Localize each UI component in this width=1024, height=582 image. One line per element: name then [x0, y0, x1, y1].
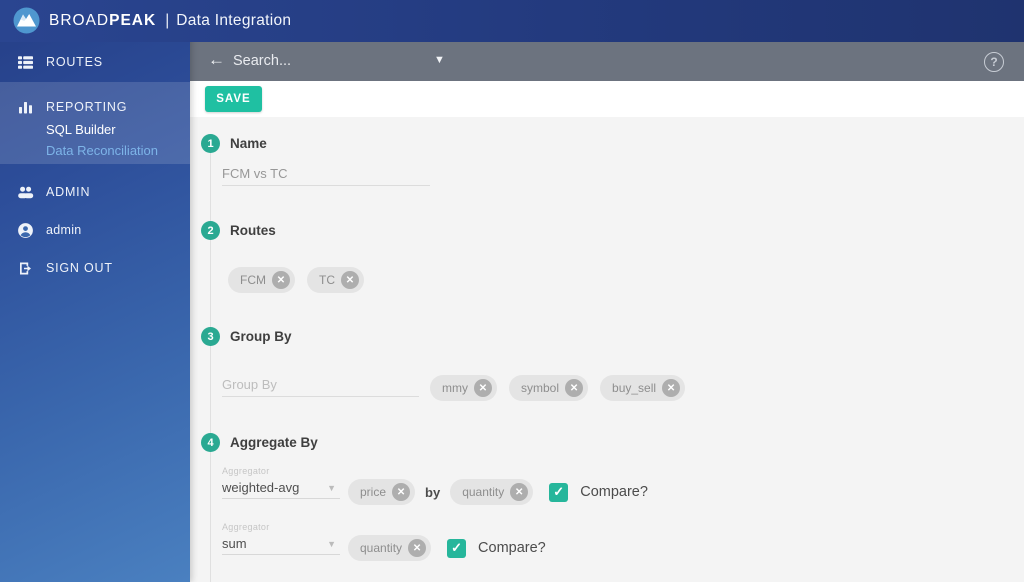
chip-label: price — [360, 485, 387, 499]
sidebar-item-label: ADMIN — [46, 185, 91, 199]
aggregate-field-chip[interactable]: price ✕ — [348, 479, 416, 505]
sidebar-item-label: REPORTING — [46, 100, 128, 114]
chip-label: buy_sell — [612, 381, 657, 395]
remove-chip-icon[interactable]: ✕ — [392, 483, 411, 501]
help-button[interactable]: ? — [984, 52, 1004, 72]
chip-label: mmy — [442, 381, 468, 395]
bar-chart-icon — [17, 99, 34, 116]
group-by-chip-row: mmy ✕ symbol ✕ buy_sell ✕ — [430, 375, 686, 401]
compare-label: Compare? — [580, 484, 648, 500]
back-arrow-icon[interactable]: ← — [208, 50, 225, 70]
step-1-label: Name — [230, 136, 267, 151]
sidebar-item-sign-out[interactable]: SIGN OUT — [0, 251, 190, 285]
broadpeak-logo — [13, 7, 40, 34]
aggregator-mini-label: Aggregator — [222, 522, 270, 532]
step-3-label: Group By — [230, 329, 292, 344]
step-3-badge: 3 — [201, 327, 220, 346]
step-4-badge: 4 — [201, 433, 220, 452]
aggregate-field-chip[interactable]: quantity ✕ — [450, 479, 534, 505]
sidebar: ROUTES REPORTING SQL Builder Data Reconc… — [0, 0, 190, 582]
chip-label: quantity — [360, 541, 403, 555]
group-by-chip[interactable]: symbol ✕ — [509, 375, 589, 401]
people-icon — [17, 184, 34, 201]
chip-label: symbol — [521, 381, 560, 395]
aggregator-select[interactable]: weighted-avg ▼ — [222, 477, 340, 499]
sidebar-item-data-reconciliation[interactable]: Data Reconciliation — [46, 143, 158, 158]
remove-chip-icon[interactable]: ✕ — [341, 271, 359, 289]
sidebar-item-user[interactable]: admin — [0, 213, 190, 247]
app-title: Data Integration — [176, 12, 292, 29]
select-caret-icon: ▼ — [327, 539, 336, 549]
remove-chip-icon[interactable]: ✕ — [565, 379, 584, 397]
aggregate-field-chip[interactable]: quantity ✕ — [348, 535, 432, 561]
reconciliation-form: 1 Name 2 Routes FCM ✕ TC ✕ 3 Group By mm… — [190, 117, 1024, 582]
search-toolbar: ← Search... ▼ ? — [190, 42, 1024, 81]
aggregator-select-value: sum — [222, 536, 247, 551]
remove-chip-icon[interactable]: ✕ — [272, 271, 290, 289]
step-4-label: Aggregate By — [230, 435, 318, 450]
compare-label: Compare? — [478, 540, 546, 556]
step-2-label: Routes — [230, 223, 276, 238]
reporting-section: REPORTING SQL Builder Data Reconciliatio… — [0, 82, 190, 164]
remove-chip-icon[interactable]: ✕ — [662, 379, 681, 397]
group-by-chip[interactable]: buy_sell ✕ — [600, 375, 686, 401]
remove-chip-icon[interactable]: ✕ — [510, 483, 529, 501]
routes-chip-row: FCM ✕ TC ✕ — [228, 267, 364, 293]
stepper-line — [210, 152, 211, 582]
aggregation-row: quantity ✕ ✓ Compare? — [348, 535, 546, 561]
sidebar-item-label: ROUTES — [46, 55, 103, 69]
sidebar-item-sql-builder[interactable]: SQL Builder — [46, 122, 116, 137]
aggregation-row: price ✕ by quantity ✕ ✓ Compare? — [348, 479, 648, 505]
group-by-input[interactable] — [222, 373, 419, 397]
step-1-badge: 1 — [201, 134, 220, 153]
list-icon — [17, 54, 34, 71]
remove-chip-icon[interactable]: ✕ — [408, 539, 427, 557]
search-input[interactable]: Search... — [233, 53, 291, 69]
account-circle-icon — [17, 222, 34, 239]
aggregator-mini-label: Aggregator — [222, 466, 270, 476]
aggregator-select-value: weighted-avg — [222, 480, 300, 495]
remove-chip-icon[interactable]: ✕ — [474, 379, 492, 397]
by-joiner-label: by — [425, 484, 441, 500]
app-header: BROADPEAK | Data Integration — [0, 0, 1024, 42]
sidebar-item-reporting[interactable]: REPORTING — [0, 90, 190, 124]
select-caret-icon: ▼ — [327, 483, 336, 493]
sidebar-item-routes[interactable]: ROUTES — [0, 45, 190, 79]
brand: BROADPEAK | Data Integration — [49, 12, 291, 30]
chip-label: quantity — [462, 485, 505, 499]
brand-bold: PEAK — [109, 12, 157, 29]
compare-checkbox[interactable]: ✓ — [447, 538, 467, 558]
aggregator-select[interactable]: sum ▼ — [222, 533, 340, 555]
chip-label: FCM — [240, 273, 266, 287]
route-chip[interactable]: TC ✕ — [307, 267, 364, 293]
sidebar-item-label: SIGN OUT — [46, 261, 113, 275]
step-2-badge: 2 — [201, 221, 220, 240]
sign-out-icon — [17, 260, 34, 277]
action-bar: SAVE — [190, 81, 1024, 117]
chip-label: TC — [319, 273, 335, 287]
help-icon: ? — [990, 55, 998, 69]
save-button[interactable]: SAVE — [205, 86, 262, 112]
name-input[interactable] — [222, 162, 430, 186]
sidebar-item-admin[interactable]: ADMIN — [0, 175, 190, 209]
compare-checkbox[interactable]: ✓ — [549, 482, 569, 502]
route-chip[interactable]: FCM ✕ — [228, 267, 295, 293]
sidebar-item-label: admin — [46, 223, 82, 237]
search-dropdown-caret-icon[interactable]: ▼ — [434, 54, 445, 66]
app-window: ROUTES REPORTING SQL Builder Data Reconc… — [0, 0, 1024, 582]
brand-divider: | — [165, 12, 170, 29]
brand-regular: BROAD — [49, 12, 110, 29]
group-by-chip[interactable]: mmy ✕ — [430, 375, 497, 401]
